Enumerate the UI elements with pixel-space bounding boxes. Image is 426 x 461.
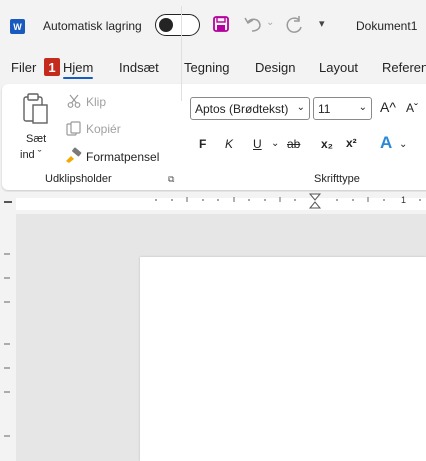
- font-group-label: Skrifttype: [314, 173, 360, 185]
- tab-indsaet[interactable]: Indsæt: [119, 60, 159, 75]
- copy-icon[interactable]: [66, 121, 82, 140]
- autosave-label: Automatisk lagring: [43, 19, 142, 33]
- cut-label[interactable]: Klip: [86, 95, 106, 109]
- document-title: Dokument1: [356, 19, 418, 33]
- font-name-value: Aptos (Brødtekst): [195, 102, 289, 116]
- autosave-toggle[interactable]: [155, 14, 200, 36]
- cut-icon[interactable]: [67, 94, 81, 111]
- group-divider: [181, 6, 182, 101]
- bold-button[interactable]: F: [199, 137, 206, 151]
- superscript-button[interactable]: x²: [346, 136, 357, 150]
- paste-label-line2[interactable]: ind ˇ: [20, 149, 41, 161]
- vertical-ruler[interactable]: [0, 214, 16, 461]
- format-painter-label[interactable]: Formatpensel: [86, 150, 159, 164]
- title-bar: W Automatisk lagring ⌄ ▾ Dokument1: [0, 0, 426, 50]
- font-name-combo[interactable]: Aptos (Brødtekst) ⌄: [190, 97, 310, 120]
- undo-dropdown-icon[interactable]: ⌄: [266, 17, 274, 28]
- grow-font-button[interactable]: A^: [380, 99, 396, 115]
- underline-button[interactable]: U: [253, 137, 262, 151]
- underline-dropdown-icon[interactable]: ⌄: [271, 138, 279, 149]
- horizontal-ruler[interactable]: 1: [0, 192, 426, 214]
- tab-design[interactable]: Design: [255, 60, 295, 75]
- tab-referencer[interactable]: Referen: [382, 60, 426, 75]
- copy-label[interactable]: Kopiér: [86, 122, 121, 136]
- shrink-font-button[interactable]: Aˇ: [406, 101, 418, 115]
- tab-hjem[interactable]: Hjem: [63, 60, 94, 79]
- ruler-number: 1: [401, 195, 407, 205]
- document-page[interactable]: [140, 257, 426, 461]
- text-effects-icon[interactable]: A: [380, 133, 392, 153]
- paste-label-line1[interactable]: Sæt: [26, 133, 46, 145]
- tab-filer[interactable]: Filer: [11, 60, 36, 75]
- tab-tegning[interactable]: Tegning: [184, 60, 230, 75]
- subscript-button[interactable]: x₂: [321, 137, 333, 151]
- redo-icon[interactable]: [284, 15, 304, 38]
- keytip-badge: 1: [44, 58, 60, 76]
- chevron-down-icon: ⌄: [358, 102, 367, 113]
- customize-toolbar-icon[interactable]: ▾: [319, 17, 325, 30]
- chevron-down-icon: ⌄: [296, 102, 305, 113]
- save-icon[interactable]: [213, 16, 229, 35]
- clipboard-group-label: Udklipsholder: [45, 173, 112, 185]
- text-effects-dropdown-icon[interactable]: ⌄: [399, 139, 407, 150]
- toggle-knob: [159, 18, 173, 32]
- strikethrough-button[interactable]: ab: [287, 137, 300, 151]
- paste-icon[interactable]: [22, 92, 50, 129]
- italic-button[interactable]: K: [225, 137, 233, 151]
- ribbon-tabs: Filer Hjem Indsæt Tegning Design Layout …: [0, 56, 426, 80]
- undo-icon[interactable]: [243, 15, 263, 36]
- clipboard-launcher-icon[interactable]: ⧉: [168, 174, 174, 185]
- format-painter-icon[interactable]: [65, 147, 83, 166]
- font-size-combo[interactable]: 11 ⌄: [313, 97, 372, 120]
- word-logo-icon[interactable]: W: [10, 19, 25, 34]
- font-size-value: 11: [318, 102, 331, 116]
- tab-layout[interactable]: Layout: [319, 60, 358, 75]
